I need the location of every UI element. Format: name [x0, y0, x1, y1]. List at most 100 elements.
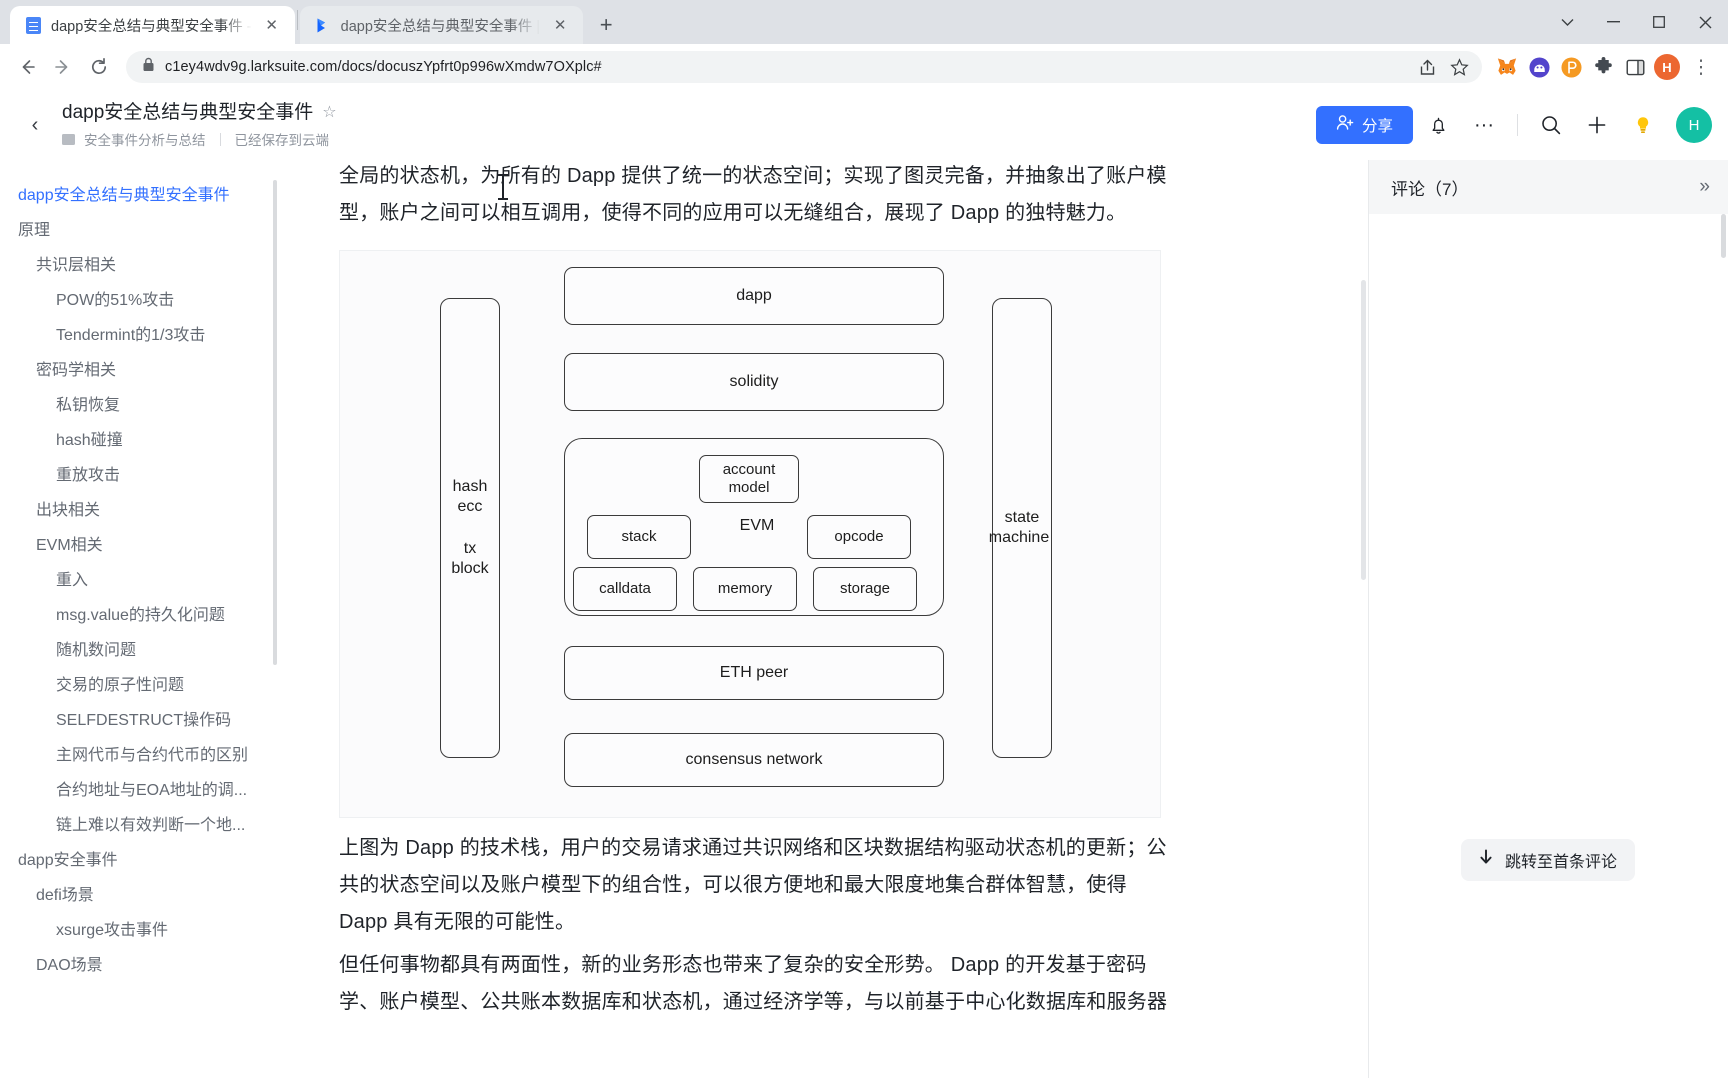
toc-item-17[interactable]: 合约地址与EOA地址的调... [16, 773, 291, 808]
toc-item-8[interactable]: 重放攻击 [16, 458, 291, 493]
tab-divider [296, 10, 298, 30]
toc-item-18[interactable]: 链上难以有效判断一个地... [16, 808, 291, 843]
lock-icon [142, 57, 155, 77]
back-icon[interactable] [10, 50, 44, 84]
share-icon[interactable] [1412, 52, 1442, 82]
diagram-box-opcode: opcode [807, 515, 911, 559]
diagram-box-hash-tx: hash ecc tx block [440, 298, 500, 758]
favorite-star-icon[interactable]: ☆ [322, 101, 336, 125]
window-close-button[interactable] [1682, 0, 1728, 44]
doc-header-actions: 分享 ··· H [1315, 104, 1712, 146]
comments-title: 评论（7） [1391, 179, 1469, 199]
puzzle-icon[interactable] [1588, 52, 1618, 82]
save-status: 已经保存到云端 [234, 133, 330, 148]
bell-icon[interactable] [1417, 104, 1459, 146]
lark-doc-app: ‹ dapp安全总结与典型安全事件 ☆ 安全事件分析与总结 已经保存到云端 分享… [0, 90, 1728, 1078]
browser-profile-avatar[interactable]: H [1652, 52, 1682, 82]
browser-menu-icon[interactable]: ⋮ [1684, 50, 1718, 84]
page-title: dapp安全总结与典型安全事件 [62, 102, 314, 123]
diagram-box-solidity: solidity [564, 353, 944, 411]
jump-to-first-comment-button[interactable]: 跳转至首条评论 [1461, 839, 1636, 881]
more-options-icon[interactable]: ··· [1463, 104, 1505, 146]
divider [219, 132, 221, 146]
tab-search-chevron-down-icon[interactable] [1544, 0, 1590, 44]
paragraph-intro-line2: 型，账户之间可以相互调用，使得不同的应用可以无缝组合，展现了 Dapp 的独特魅… [339, 202, 1127, 224]
lightbulb-icon[interactable] [1622, 104, 1664, 146]
window-controls [1544, 0, 1728, 44]
lark-favicon [314, 16, 332, 34]
metamask-icon[interactable] [1492, 52, 1522, 82]
diagram-box-stack: stack [587, 515, 691, 559]
tab-strip: dapp安全总结与典型安全事件 - ✕ dapp安全总结与典型安全事件 | ✕ … [0, 0, 1728, 44]
toc-item-10[interactable]: EVM相关 [16, 528, 291, 563]
folder-name[interactable]: 安全事件分析与总结 [84, 129, 206, 149]
toc-item-5[interactable]: 密码学相关 [16, 353, 291, 388]
toc-item-2[interactable]: 共识层相关 [16, 248, 291, 283]
user-avatar[interactable]: H [1676, 107, 1712, 143]
toc-item-1[interactable]: 原理 [16, 213, 291, 248]
add-icon[interactable] [1576, 104, 1618, 146]
toc-item-15[interactable]: SELFDESTRUCT操作码 [16, 703, 291, 738]
toc-item-16[interactable]: 主网代币与合约代币的区别 [16, 738, 291, 773]
address-bar[interactable]: c1ey4wdv9g.larksuite.com/docs/docuszYpfr… [126, 51, 1482, 83]
back-button[interactable]: ‹ [18, 108, 52, 142]
tab-close-button[interactable]: ✕ [549, 14, 571, 36]
docs-favicon [24, 16, 42, 34]
browser-tab-1[interactable]: dapp安全总结与典型安全事件 - ✕ [10, 6, 295, 44]
diagram-box-dapp: dapp [564, 267, 944, 325]
toc-item-21[interactable]: xsurge攻击事件 [16, 913, 291, 948]
diagram-box-storage: storage [813, 567, 917, 611]
browser-tab-2[interactable]: dapp安全总结与典型安全事件 | ✕ [299, 6, 584, 44]
paragraph-2-line1: 上图为 Dapp 的技术栈，用户的交易请求通过共识网络和区块数据结构驱动状态机的… [339, 837, 1167, 859]
diagram-box-account-model: account model [699, 455, 799, 503]
document-scrollbar[interactable] [1361, 280, 1366, 580]
toc-item-3[interactable]: POW的51%攻击 [16, 283, 291, 318]
avatar-initial: H [1654, 54, 1680, 80]
paragraph-3-line2: 学、账户模型、公共账本数据库和状态机，通过经济学等，与以前基于中心化数据库和服务… [339, 991, 1168, 1013]
header-divider [1517, 114, 1518, 136]
comments-scrollbar[interactable] [1721, 214, 1726, 258]
toc-item-9[interactable]: 出块相关 [16, 493, 291, 528]
collapse-panel-icon[interactable]: » [1699, 176, 1710, 198]
person-add-icon [1336, 114, 1354, 136]
toc-item-6[interactable]: 私钥恢复 [16, 388, 291, 423]
search-icon[interactable] [1530, 104, 1572, 146]
side-panel-icon[interactable] [1620, 52, 1650, 82]
share-button[interactable]: 分享 [1315, 106, 1413, 144]
toc-item-12[interactable]: msg.value的持久化问题 [16, 598, 291, 633]
dapp-stack-figure[interactable]: hash ecc tx block state machine dapp sol… [339, 250, 1161, 818]
phantom-icon[interactable] [1524, 52, 1554, 82]
new-tab-button[interactable]: + [591, 10, 621, 40]
toc-item-13[interactable]: 随机数问题 [16, 633, 291, 668]
reload-icon[interactable] [82, 50, 116, 84]
forward-icon[interactable] [46, 50, 80, 84]
comments-list: 跳转至首条评论 [1369, 214, 1728, 1078]
toc-item-14[interactable]: 交易的原子性问题 [16, 668, 291, 703]
comments-header: 评论（7） » [1369, 160, 1728, 214]
diagram-label-hash: hash [452, 478, 488, 495]
tab-close-button[interactable]: ✕ [261, 14, 283, 36]
tab-title: dapp安全总结与典型安全事件 - [51, 18, 252, 35]
diagram-box-consensus-network: consensus network [564, 733, 944, 787]
paragraph-2-line2: 共的状态空间以及账户模型下的组合性，可以很方便地和最大限度地集合群体智慧，使得 [339, 874, 1127, 896]
diagram-label-evm: EVM [739, 517, 775, 534]
polkadot-icon[interactable] [1556, 52, 1586, 82]
doc-body: dapp安全总结与典型安全事件 原理 共识层相关 POW的51%攻击 Tende… [0, 160, 1728, 1078]
share-label: 分享 [1361, 118, 1393, 135]
window-maximize-button[interactable] [1636, 0, 1682, 44]
toc-item-22[interactable]: DAO场景 [16, 948, 291, 983]
toc-scrollbar[interactable] [273, 180, 277, 665]
window-minimize-button[interactable] [1590, 0, 1636, 44]
bookmark-star-icon[interactable] [1444, 52, 1474, 82]
comments-panel: 评论（7） » 跳转至首条评论 [1368, 160, 1728, 1078]
toc-item-0[interactable]: dapp安全总结与典型安全事件 [16, 178, 291, 213]
text-cursor [498, 174, 507, 200]
toc-item-20[interactable]: defi场景 [16, 878, 291, 913]
diagram-box-memory: memory [693, 567, 797, 611]
document-content: 全局的状态机，为所有的 Dapp 提供了统一的状态空间；实现了图灵完备，并抽象出… [305, 160, 1368, 1078]
toc-item-11[interactable]: 重入 [16, 563, 291, 598]
tab-title: dapp安全总结与典型安全事件 | [340, 18, 541, 35]
toc-item-4[interactable]: Tendermint的1/3攻击 [16, 318, 291, 353]
toc-item-19[interactable]: dapp安全事件 [16, 843, 291, 878]
toc-item-7[interactable]: hash碰撞 [16, 423, 291, 458]
